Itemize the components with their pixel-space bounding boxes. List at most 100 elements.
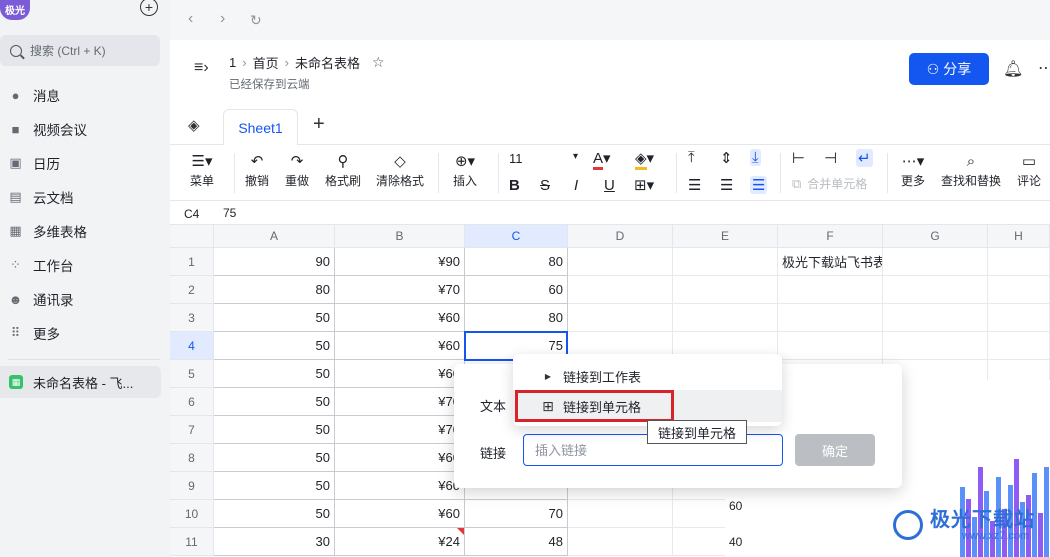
cell[interactable] [568,276,673,304]
tab-sheet1[interactable]: Sheet1 [223,109,298,145]
expand-menu-icon[interactable]: ≡› [194,59,209,77]
align-middle-icon[interactable]: ⇕ [720,149,733,167]
redo-button[interactable]: ↷ 重做 [285,150,309,189]
search-input[interactable]: 搜索 (Ctrl + K) [0,35,160,66]
column-header[interactable]: E [673,225,778,248]
cell[interactable]: 50 [214,472,335,500]
cell[interactable]: ¥70 [335,388,465,416]
row-header[interactable]: 3 [170,304,214,332]
select-all-corner[interactable] [170,225,214,248]
sidebar-item-cloud-docs[interactable]: ▤ 云文档 [0,180,170,214]
cell[interactable] [883,248,988,276]
sidebar-item-bitable[interactable]: ▦ 多维表格 [0,214,170,248]
cell[interactable]: 30 [214,528,335,556]
italic-icon[interactable]: I [574,177,578,194]
cell[interactable] [568,248,673,276]
bell-icon[interactable]: 🔔︎ [1003,59,1023,79]
cell[interactable]: 50 [214,388,335,416]
sidebar-item-workplace[interactable]: ⁘ 工作台 [0,248,170,282]
cell[interactable] [673,304,778,332]
column-width-icon[interactable]: ⊢ [792,149,805,167]
column-header[interactable]: F [778,225,883,248]
align-center-icon[interactable]: ☰ [720,176,733,194]
cell[interactable]: 90 [214,248,335,276]
align-right-icon[interactable]: ☰ [750,176,768,194]
row-header[interactable]: 6 [170,388,214,416]
comment-button[interactable]: ▭ 评论 [1017,150,1041,189]
cell[interactable]: ¥24 [335,528,465,556]
row-header[interactable]: 9 [170,472,214,500]
row-header[interactable]: 7 [170,416,214,444]
cell[interactable] [778,276,883,304]
cell[interactable] [673,248,778,276]
row-header[interactable]: 1 [170,248,214,276]
star-icon[interactable]: ☆ [372,54,385,71]
more-button[interactable]: ⋯▾ 更多 [901,150,925,189]
breadcrumb-item[interactable]: 1 [229,55,236,70]
cell[interactable]: 80 [214,276,335,304]
column-header[interactable]: B [335,225,465,248]
cell[interactable] [883,276,988,304]
cell[interactable]: 50 [214,304,335,332]
refresh-icon[interactable]: ↻ [250,12,262,29]
align-left-icon[interactable]: ☰ [688,176,701,194]
row-header[interactable]: 11 [170,528,214,556]
find-replace-button[interactable]: ⌕ 查找和替换 [941,150,1001,189]
forward-icon[interactable]: › [220,10,225,28]
cell[interactable]: 50 [214,360,335,388]
cell[interactable]: 60 [465,276,568,304]
open-doc-item[interactable]: ▦ 未命名表格 - 飞... [0,366,161,398]
insert-button[interactable]: ⊕▾ 插入 [453,150,477,189]
wrap-text-icon[interactable]: ↵ [856,149,873,167]
sidebar-item-more[interactable]: ⠿ 更多 [0,316,170,350]
clear-format-button[interactable]: ◇ 清除格式 [376,150,424,189]
cell[interactable] [568,304,673,332]
breadcrumb-item[interactable]: 首页 [253,53,279,72]
cell[interactable]: 50 [214,500,335,528]
cell[interactable]: ¥60 [335,304,465,332]
back-icon[interactable]: ‹ [188,10,193,28]
page-title[interactable]: 未命名表格 [295,53,360,72]
cell[interactable]: ¥60 [335,360,465,388]
bold-icon[interactable]: B [509,177,520,194]
column-header[interactable]: A [214,225,335,248]
cell[interactable]: ¥60 [335,332,465,360]
cell[interactable]: 50 [214,444,335,472]
sidebar-item-video-meeting[interactable]: ■ 视频会议 [0,112,170,146]
confirm-button[interactable]: 确定 [795,434,875,466]
cell[interactable]: 极光下载站飞书表 [778,248,883,276]
cell-reference[interactable]: C4 [184,207,199,221]
cell[interactable]: 48 [465,528,568,556]
add-icon[interactable]: + [140,0,158,16]
cell[interactable] [673,276,778,304]
cell[interactable] [988,304,1050,332]
strikethrough-icon[interactable]: S [540,177,550,194]
cell[interactable]: ¥60 [335,472,465,500]
cell[interactable] [778,304,883,332]
formula-input[interactable]: 75 [223,206,236,220]
column-header[interactable]: H [988,225,1050,248]
align-bottom-icon[interactable]: ⤓ [750,149,761,166]
cell[interactable]: ¥70 [335,416,465,444]
cell[interactable]: 80 [465,248,568,276]
avatar[interactable]: 极光 [0,0,30,20]
font-color-icon[interactable]: A▾ [593,149,611,170]
cell[interactable]: ¥60 [335,444,465,472]
share-button[interactable]: ⚇ 分享 [909,53,989,85]
cell[interactable] [988,332,1050,360]
cell[interactable]: ¥70 [335,276,465,304]
cell[interactable]: 50 [214,332,335,360]
cell[interactable] [568,500,673,528]
column-header[interactable]: C [465,225,568,248]
more-icon[interactable]: ⋯ [1038,58,1050,78]
cell[interactable]: 80 [465,304,568,332]
fit-width-icon[interactable]: ⊣ [824,149,837,167]
layers-icon[interactable]: ◈ [188,116,200,134]
underline-icon[interactable]: U [604,177,615,194]
column-header[interactable]: G [883,225,988,248]
sidebar-item-calendar[interactable]: ▣ 日历 [0,146,170,180]
undo-button[interactable]: ↶ 撤销 [245,150,269,189]
font-size-select[interactable]: 11 [509,151,523,166]
column-header[interactable]: D [568,225,673,248]
fill-color-icon[interactable]: ◈▾ [635,149,654,170]
